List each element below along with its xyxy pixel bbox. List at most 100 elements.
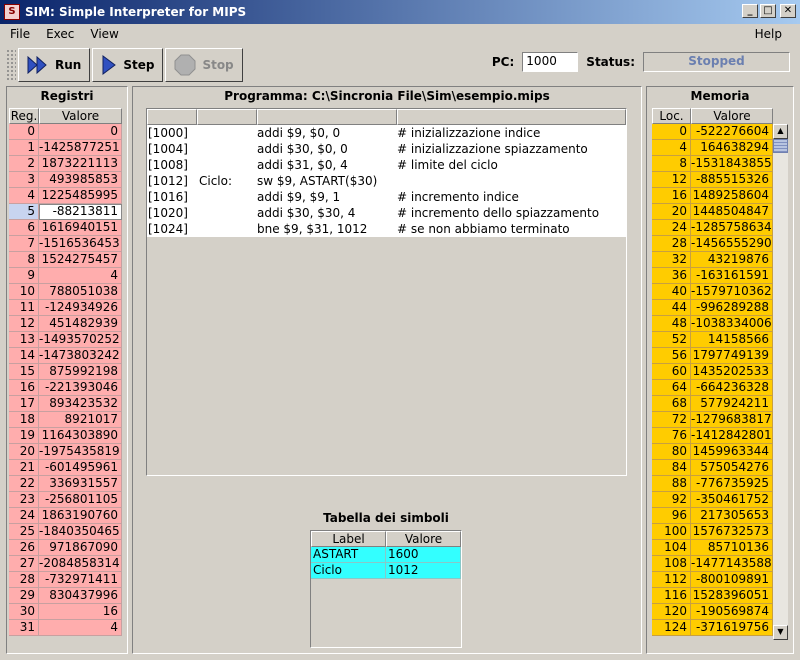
- register-value[interactable]: -1425877251: [39, 140, 122, 156]
- register-value[interactable]: 1616940151: [39, 220, 122, 236]
- register-value[interactable]: 4: [39, 620, 122, 636]
- register-value[interactable]: 1863190760: [39, 508, 122, 524]
- memory-value[interactable]: 1489258604: [691, 188, 773, 204]
- register-value[interactable]: -88213811: [39, 204, 122, 220]
- table-row[interactable]: [1012] Ciclo: sw $9, ASTART($30): [147, 173, 626, 189]
- memory-table[interactable]: Loc. Valore 0 -522276604 4 164638294 8 -15318…: [652, 108, 788, 640]
- register-value[interactable]: 788051038: [39, 284, 122, 300]
- register-value[interactable]: 336931557: [39, 476, 122, 492]
- memory-value[interactable]: 1459963344: [691, 444, 773, 460]
- table-row[interactable]: 25 -1840350465: [9, 524, 122, 540]
- memory-value[interactable]: -1477143588: [691, 556, 773, 572]
- table-row[interactable]: 11 -124934926: [9, 300, 122, 316]
- memory-value[interactable]: -885515326: [691, 172, 773, 188]
- memory-value[interactable]: -371619756: [691, 620, 773, 636]
- menu-help[interactable]: Help: [747, 27, 790, 41]
- table-row[interactable]: 8 1524275457: [9, 252, 122, 268]
- table-row[interactable]: 26 971867090: [9, 540, 122, 556]
- table-row[interactable]: 94: [9, 268, 122, 284]
- close-button[interactable]: ✕: [780, 4, 796, 18]
- memory-value[interactable]: 1797749139: [691, 348, 773, 364]
- memory-value[interactable]: -1285758634: [691, 220, 773, 236]
- table-row[interactable]: 44 -996289288: [652, 300, 788, 316]
- memory-value[interactable]: 85710136: [691, 540, 773, 556]
- table-row[interactable]: 124 -371619756: [652, 620, 788, 636]
- memory-scrollbar[interactable]: ▲ ▼: [773, 124, 788, 640]
- memory-value[interactable]: 1576732573: [691, 524, 773, 540]
- register-value[interactable]: -256801105: [39, 492, 122, 508]
- table-row[interactable]: [1008] addi $31, $0, 4 # limite del ciclo: [147, 157, 626, 173]
- memory-value[interactable]: 43219876: [691, 252, 773, 268]
- table-row[interactable]: 112 -800109891: [652, 572, 788, 588]
- run-button[interactable]: Run: [18, 48, 91, 82]
- table-row[interactable]: 15 875992198: [9, 364, 122, 380]
- memory-value[interactable]: -1456555290: [691, 236, 773, 252]
- table-row[interactable]: 6 1616940151: [9, 220, 122, 236]
- register-value[interactable]: 971867090: [39, 540, 122, 556]
- table-row[interactable]: 21 -601495961: [9, 460, 122, 476]
- memory-value[interactable]: 575054276: [691, 460, 773, 476]
- table-row[interactable]: 3 493985853: [9, 172, 122, 188]
- table-row[interactable]: 92 -350461752: [652, 492, 788, 508]
- table-row[interactable]: 108 -1477143588: [652, 556, 788, 572]
- table-row[interactable]: 8 -1531843855: [652, 156, 788, 172]
- table-row[interactable]: 20 -1975435819: [9, 444, 122, 460]
- minimize-button[interactable]: _: [742, 4, 758, 18]
- table-row[interactable]: 40 -1579710362: [652, 284, 788, 300]
- memory-value[interactable]: -800109891: [691, 572, 773, 588]
- table-row[interactable]: [1020] addi $30, $30, 4 # incremento dello…: [147, 205, 626, 221]
- program-col-instruction[interactable]: [257, 109, 397, 125]
- table-row[interactable]: 7 -1516536453: [9, 236, 122, 252]
- memory-value[interactable]: -163161591: [691, 268, 773, 284]
- scroll-up-icon[interactable]: ▲: [773, 124, 788, 139]
- table-row[interactable]: [1024] bne $9, $31, 1012 # se non abbiamo …: [147, 221, 626, 237]
- table-row[interactable]: 1 -1425877251: [9, 140, 122, 156]
- table-row[interactable]: 12 -885515326: [652, 172, 788, 188]
- register-value[interactable]: 1164303890: [39, 428, 122, 444]
- memory-value[interactable]: 217305653: [691, 508, 773, 524]
- table-row[interactable]: 28 -732971411: [9, 572, 122, 588]
- table-row[interactable]: 29 830437996: [9, 588, 122, 604]
- memory-value[interactable]: 577924211: [691, 396, 773, 412]
- register-value[interactable]: 830437996: [39, 588, 122, 604]
- table-row[interactable]: 16 1489258604: [652, 188, 788, 204]
- table-row[interactable]: 104 85710136: [652, 540, 788, 556]
- register-value[interactable]: 0: [39, 124, 122, 140]
- program-col-address[interactable]: [147, 109, 197, 125]
- table-row[interactable]: 68 577924211: [652, 396, 788, 412]
- memory-value[interactable]: -190569874: [691, 604, 773, 620]
- register-value[interactable]: -1516536453: [39, 236, 122, 252]
- table-row[interactable]: 12 451482939: [9, 316, 122, 332]
- memory-value[interactable]: -1412842801: [691, 428, 773, 444]
- program-col-comment[interactable]: [397, 109, 626, 125]
- table-row[interactable]: 24 -1285758634: [652, 220, 788, 236]
- table-row[interactable]: Ciclo 1012: [311, 563, 461, 579]
- table-row[interactable]: 52 14158566: [652, 332, 788, 348]
- table-row[interactable]: 30 16: [9, 604, 122, 620]
- pc-field[interactable]: 1000: [522, 52, 579, 72]
- table-row[interactable]: 00: [9, 124, 122, 140]
- symbols-col-value[interactable]: Valore: [386, 531, 461, 547]
- memory-value[interactable]: -996289288: [691, 300, 773, 316]
- memory-value[interactable]: -1579710362: [691, 284, 773, 300]
- register-value[interactable]: -1840350465: [39, 524, 122, 540]
- table-row[interactable]: 36 -163161591: [652, 268, 788, 284]
- scroll-thumb[interactable]: [773, 139, 788, 153]
- table-row[interactable]: 80 1459963344: [652, 444, 788, 460]
- table-row[interactable]: 32 43219876: [652, 252, 788, 268]
- table-row[interactable]: 19 1164303890: [9, 428, 122, 444]
- table-row[interactable]: 60 1435202533: [652, 364, 788, 380]
- table-row[interactable]: 20 1448504847: [652, 204, 788, 220]
- table-row[interactable]: 0 -522276604: [652, 124, 788, 140]
- memory-col-value[interactable]: Valore: [691, 108, 773, 124]
- register-value[interactable]: 875992198: [39, 364, 122, 380]
- memory-value[interactable]: -776735925: [691, 476, 773, 492]
- register-value[interactable]: 8921017: [39, 412, 122, 428]
- program-table[interactable]: [1000] addi $9, $0, 0 # inizializzazione i…: [146, 108, 627, 476]
- register-value[interactable]: 1873221113: [39, 156, 122, 172]
- table-row[interactable]: 5 -88213811: [9, 204, 122, 220]
- register-value[interactable]: -221393046: [39, 380, 122, 396]
- table-row[interactable]: 31 4: [9, 620, 122, 636]
- menu-exec[interactable]: Exec: [38, 27, 82, 41]
- menu-view[interactable]: View: [82, 27, 126, 41]
